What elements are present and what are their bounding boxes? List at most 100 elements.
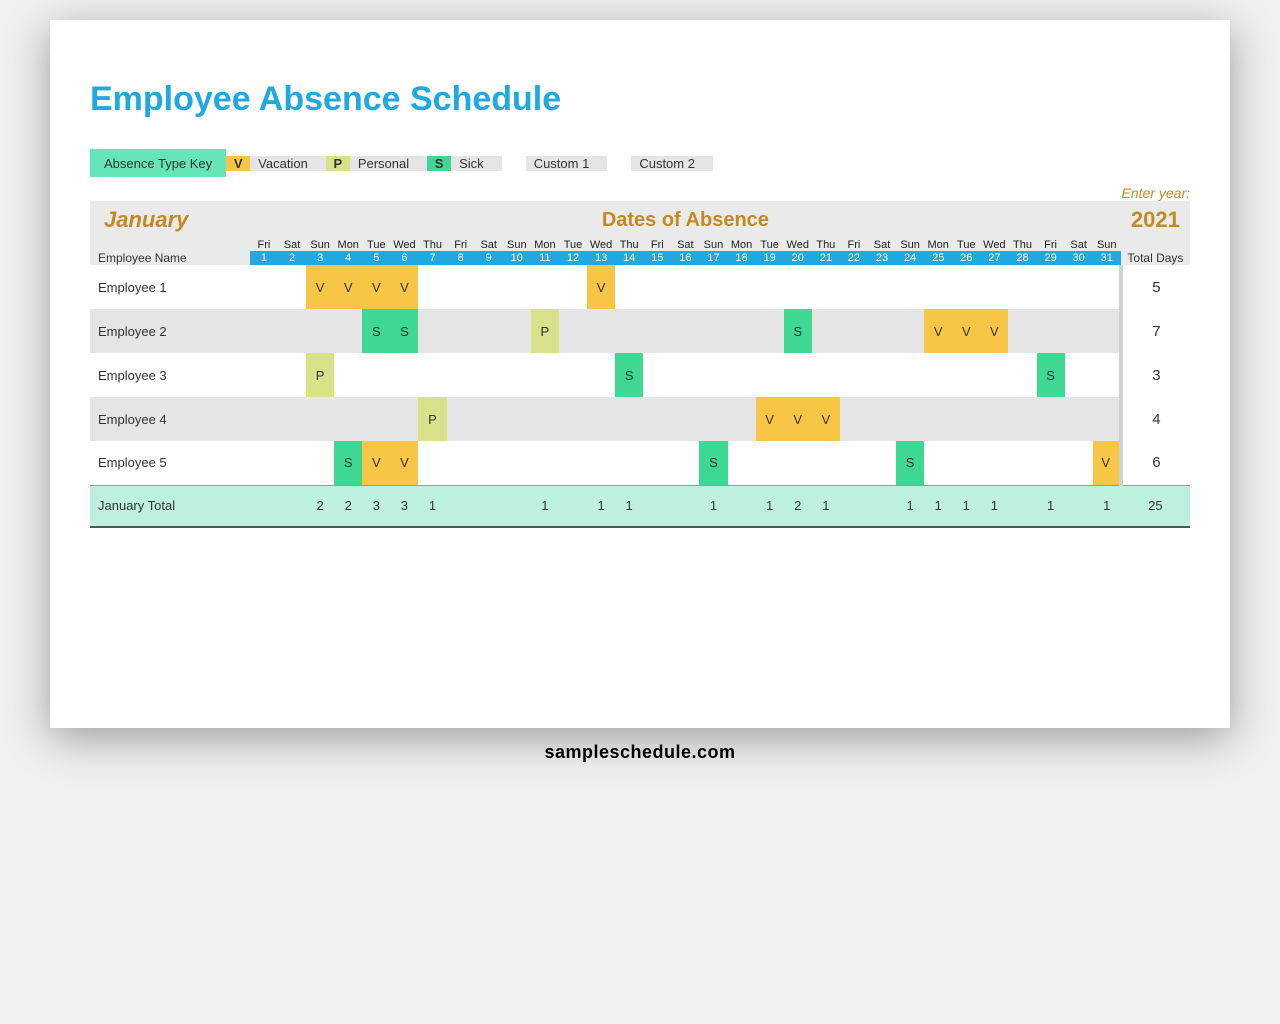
absence-cell[interactable] (615, 441, 643, 485)
absence-cell[interactable] (980, 265, 1008, 309)
absence-cell[interactable] (531, 397, 559, 441)
absence-cell[interactable] (1008, 265, 1036, 309)
absence-cell[interactable] (812, 353, 840, 397)
absence-cell[interactable] (812, 309, 840, 353)
absence-cell[interactable] (728, 265, 756, 309)
absence-cell[interactable] (503, 353, 531, 397)
absence-cell[interactable] (1065, 397, 1093, 441)
absence-cell[interactable] (728, 309, 756, 353)
absence-cell[interactable] (587, 397, 615, 441)
absence-cell[interactable] (1065, 441, 1093, 485)
absence-cell[interactable] (868, 265, 896, 309)
absence-cell[interactable]: P (306, 353, 334, 397)
absence-cell[interactable] (278, 397, 306, 441)
absence-cell[interactable] (1037, 441, 1065, 485)
absence-cell[interactable]: V (390, 265, 418, 309)
absence-cell[interactable] (1093, 309, 1121, 353)
absence-cell[interactable] (1037, 265, 1065, 309)
absence-cell[interactable] (418, 265, 446, 309)
absence-cell[interactable]: V (306, 265, 334, 309)
absence-cell[interactable] (418, 353, 446, 397)
absence-cell[interactable] (980, 441, 1008, 485)
absence-cell[interactable] (615, 265, 643, 309)
absence-cell[interactable] (1093, 397, 1121, 441)
absence-cell[interactable] (699, 353, 727, 397)
absence-cell[interactable] (615, 309, 643, 353)
absence-cell[interactable] (559, 265, 587, 309)
absence-cell[interactable] (306, 397, 334, 441)
absence-cell[interactable] (278, 353, 306, 397)
absence-cell[interactable] (390, 353, 418, 397)
absence-cell[interactable] (728, 397, 756, 441)
absence-cell[interactable] (924, 441, 952, 485)
absence-cell[interactable] (980, 353, 1008, 397)
absence-cell[interactable]: V (924, 309, 952, 353)
absence-cell[interactable] (503, 441, 531, 485)
absence-cell[interactable] (840, 265, 868, 309)
absence-cell[interactable] (784, 265, 812, 309)
absence-cell[interactable] (587, 353, 615, 397)
absence-cell[interactable] (840, 353, 868, 397)
absence-cell[interactable] (447, 441, 475, 485)
absence-cell[interactable] (306, 309, 334, 353)
absence-cell[interactable] (447, 309, 475, 353)
absence-cell[interactable] (278, 309, 306, 353)
absence-cell[interactable] (728, 441, 756, 485)
absence-cell[interactable] (503, 309, 531, 353)
absence-cell[interactable] (587, 441, 615, 485)
absence-cell[interactable] (278, 441, 306, 485)
absence-cell[interactable] (840, 397, 868, 441)
absence-cell[interactable] (475, 353, 503, 397)
absence-cell[interactable] (868, 397, 896, 441)
absence-cell[interactable] (924, 397, 952, 441)
absence-cell[interactable] (1037, 309, 1065, 353)
absence-cell[interactable] (447, 353, 475, 397)
absence-cell[interactable] (784, 353, 812, 397)
absence-cell[interactable] (896, 397, 924, 441)
absence-cell[interactable] (1065, 353, 1093, 397)
absence-cell[interactable] (671, 265, 699, 309)
absence-cell[interactable] (587, 309, 615, 353)
absence-cell[interactable] (1037, 397, 1065, 441)
absence-cell[interactable] (1093, 265, 1121, 309)
absence-cell[interactable] (868, 309, 896, 353)
absence-cell[interactable] (362, 397, 390, 441)
absence-cell[interactable]: P (418, 397, 446, 441)
absence-cell[interactable] (559, 309, 587, 353)
absence-cell[interactable] (756, 441, 784, 485)
absence-cell[interactable] (250, 265, 278, 309)
absence-cell[interactable] (418, 309, 446, 353)
absence-cell[interactable] (980, 397, 1008, 441)
absence-cell[interactable] (671, 441, 699, 485)
absence-cell[interactable] (952, 265, 980, 309)
absence-cell[interactable] (1008, 353, 1036, 397)
absence-cell[interactable] (306, 441, 334, 485)
absence-cell[interactable] (699, 265, 727, 309)
absence-cell[interactable]: S (699, 441, 727, 485)
absence-cell[interactable]: V (390, 441, 418, 485)
absence-cell[interactable] (559, 441, 587, 485)
absence-cell[interactable]: S (1037, 353, 1065, 397)
absence-cell[interactable] (812, 441, 840, 485)
absence-cell[interactable] (334, 309, 362, 353)
absence-cell[interactable] (475, 397, 503, 441)
absence-cell[interactable] (924, 265, 952, 309)
year-value[interactable]: 2021 (1121, 201, 1190, 239)
absence-cell[interactable] (447, 397, 475, 441)
absence-cell[interactable] (475, 265, 503, 309)
absence-cell[interactable] (643, 353, 671, 397)
absence-cell[interactable] (503, 265, 531, 309)
absence-cell[interactable] (1065, 309, 1093, 353)
absence-cell[interactable] (756, 265, 784, 309)
absence-cell[interactable] (531, 441, 559, 485)
absence-cell[interactable] (896, 353, 924, 397)
absence-cell[interactable] (699, 309, 727, 353)
absence-cell[interactable] (812, 265, 840, 309)
absence-cell[interactable] (531, 353, 559, 397)
absence-cell[interactable] (250, 441, 278, 485)
absence-cell[interactable] (924, 353, 952, 397)
absence-cell[interactable] (643, 309, 671, 353)
absence-cell[interactable] (671, 397, 699, 441)
absence-cell[interactable] (784, 441, 812, 485)
absence-cell[interactable] (1065, 265, 1093, 309)
